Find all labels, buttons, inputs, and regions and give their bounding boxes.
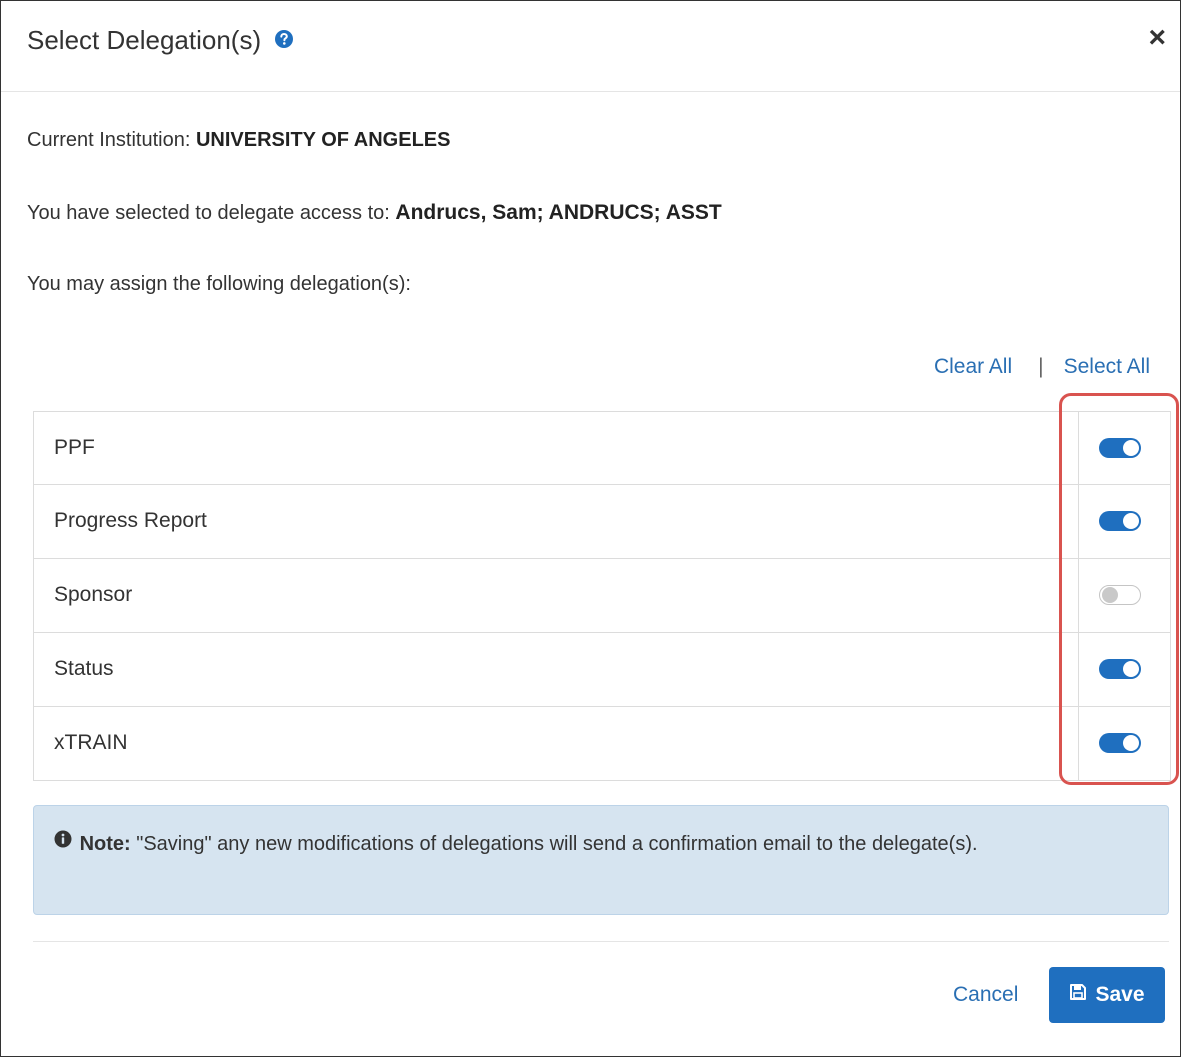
save-label: Save	[1095, 983, 1145, 1006]
clear-all-link[interactable]: Clear All	[934, 355, 1012, 378]
delegation-name: PPF	[54, 436, 95, 459]
floppy-disk-icon	[1069, 983, 1087, 1007]
toggle-cell	[1078, 707, 1171, 780]
toggle-cell	[1078, 559, 1171, 632]
toggle-cell	[1078, 633, 1171, 706]
close-icon[interactable]: ×	[1148, 23, 1166, 53]
delegation-row-xtrain: xTRAIN	[34, 706, 1170, 780]
dialog-title: Select Delegation(s)	[27, 25, 294, 56]
delegation-row-sponsor: Sponsor	[34, 558, 1170, 632]
dialog-header: Select Delegation(s) ×	[1, 1, 1180, 92]
delegation-name: Progress Report	[54, 509, 207, 532]
progress-report-toggle[interactable]	[1099, 511, 1141, 531]
toggle-knob	[1102, 587, 1118, 603]
note-alert: Note: "Saving" any new modifications of …	[33, 805, 1169, 915]
dialog-title-text: Select Delegation(s)	[27, 25, 262, 55]
delegation-row-ppf: PPF	[34, 412, 1170, 484]
note-label: Note:	[79, 833, 131, 855]
bulk-actions: Clear All | Select All	[934, 355, 1150, 379]
sponsor-toggle[interactable]	[1099, 585, 1141, 605]
help-icon[interactable]	[274, 25, 294, 56]
select-all-link[interactable]: Select All	[1064, 355, 1150, 378]
delegations-table: PPF Progress Report Sponsor Status xTRAI…	[33, 411, 1171, 781]
status-toggle[interactable]	[1099, 659, 1141, 679]
institution-line: Current Institution: UNIVERSITY OF ANGEL…	[27, 129, 450, 152]
delegation-name: Sponsor	[54, 583, 133, 606]
footer-divider	[33, 941, 1169, 942]
delegation-name: xTRAIN	[54, 731, 128, 754]
delegate-line: You have selected to delegate access to:…	[27, 201, 722, 225]
toggle-knob	[1123, 661, 1139, 677]
cancel-link[interactable]: Cancel	[953, 983, 1018, 1007]
toggle-knob	[1123, 735, 1139, 751]
ppf-toggle[interactable]	[1099, 438, 1141, 458]
institution-label: Current Institution:	[27, 129, 191, 151]
institution-value: UNIVERSITY OF ANGELES	[195, 129, 451, 151]
xtrain-toggle[interactable]	[1099, 733, 1141, 753]
delegation-row-progress-report: Progress Report	[34, 484, 1170, 558]
info-circle-icon	[54, 826, 72, 859]
delegate-value: Andrucs, Sam; ANDRUCS; ASST	[395, 201, 722, 224]
links-separator: |	[1038, 355, 1044, 378]
toggle-cell	[1078, 412, 1171, 484]
delegation-row-status: Status	[34, 632, 1170, 706]
select-delegations-dialog: Select Delegation(s) × Current Instituti…	[0, 0, 1181, 1057]
toggle-knob	[1123, 513, 1139, 529]
delegate-label: You have selected to delegate access to:	[27, 202, 390, 224]
note-text: "Saving" any new modifications of delega…	[136, 833, 978, 855]
toggle-cell	[1078, 485, 1171, 558]
save-button[interactable]: Save	[1049, 967, 1165, 1023]
assign-instructions: You may assign the following delegation(…	[27, 273, 411, 295]
delegation-name: Status	[54, 657, 114, 680]
toggle-knob	[1123, 440, 1139, 456]
